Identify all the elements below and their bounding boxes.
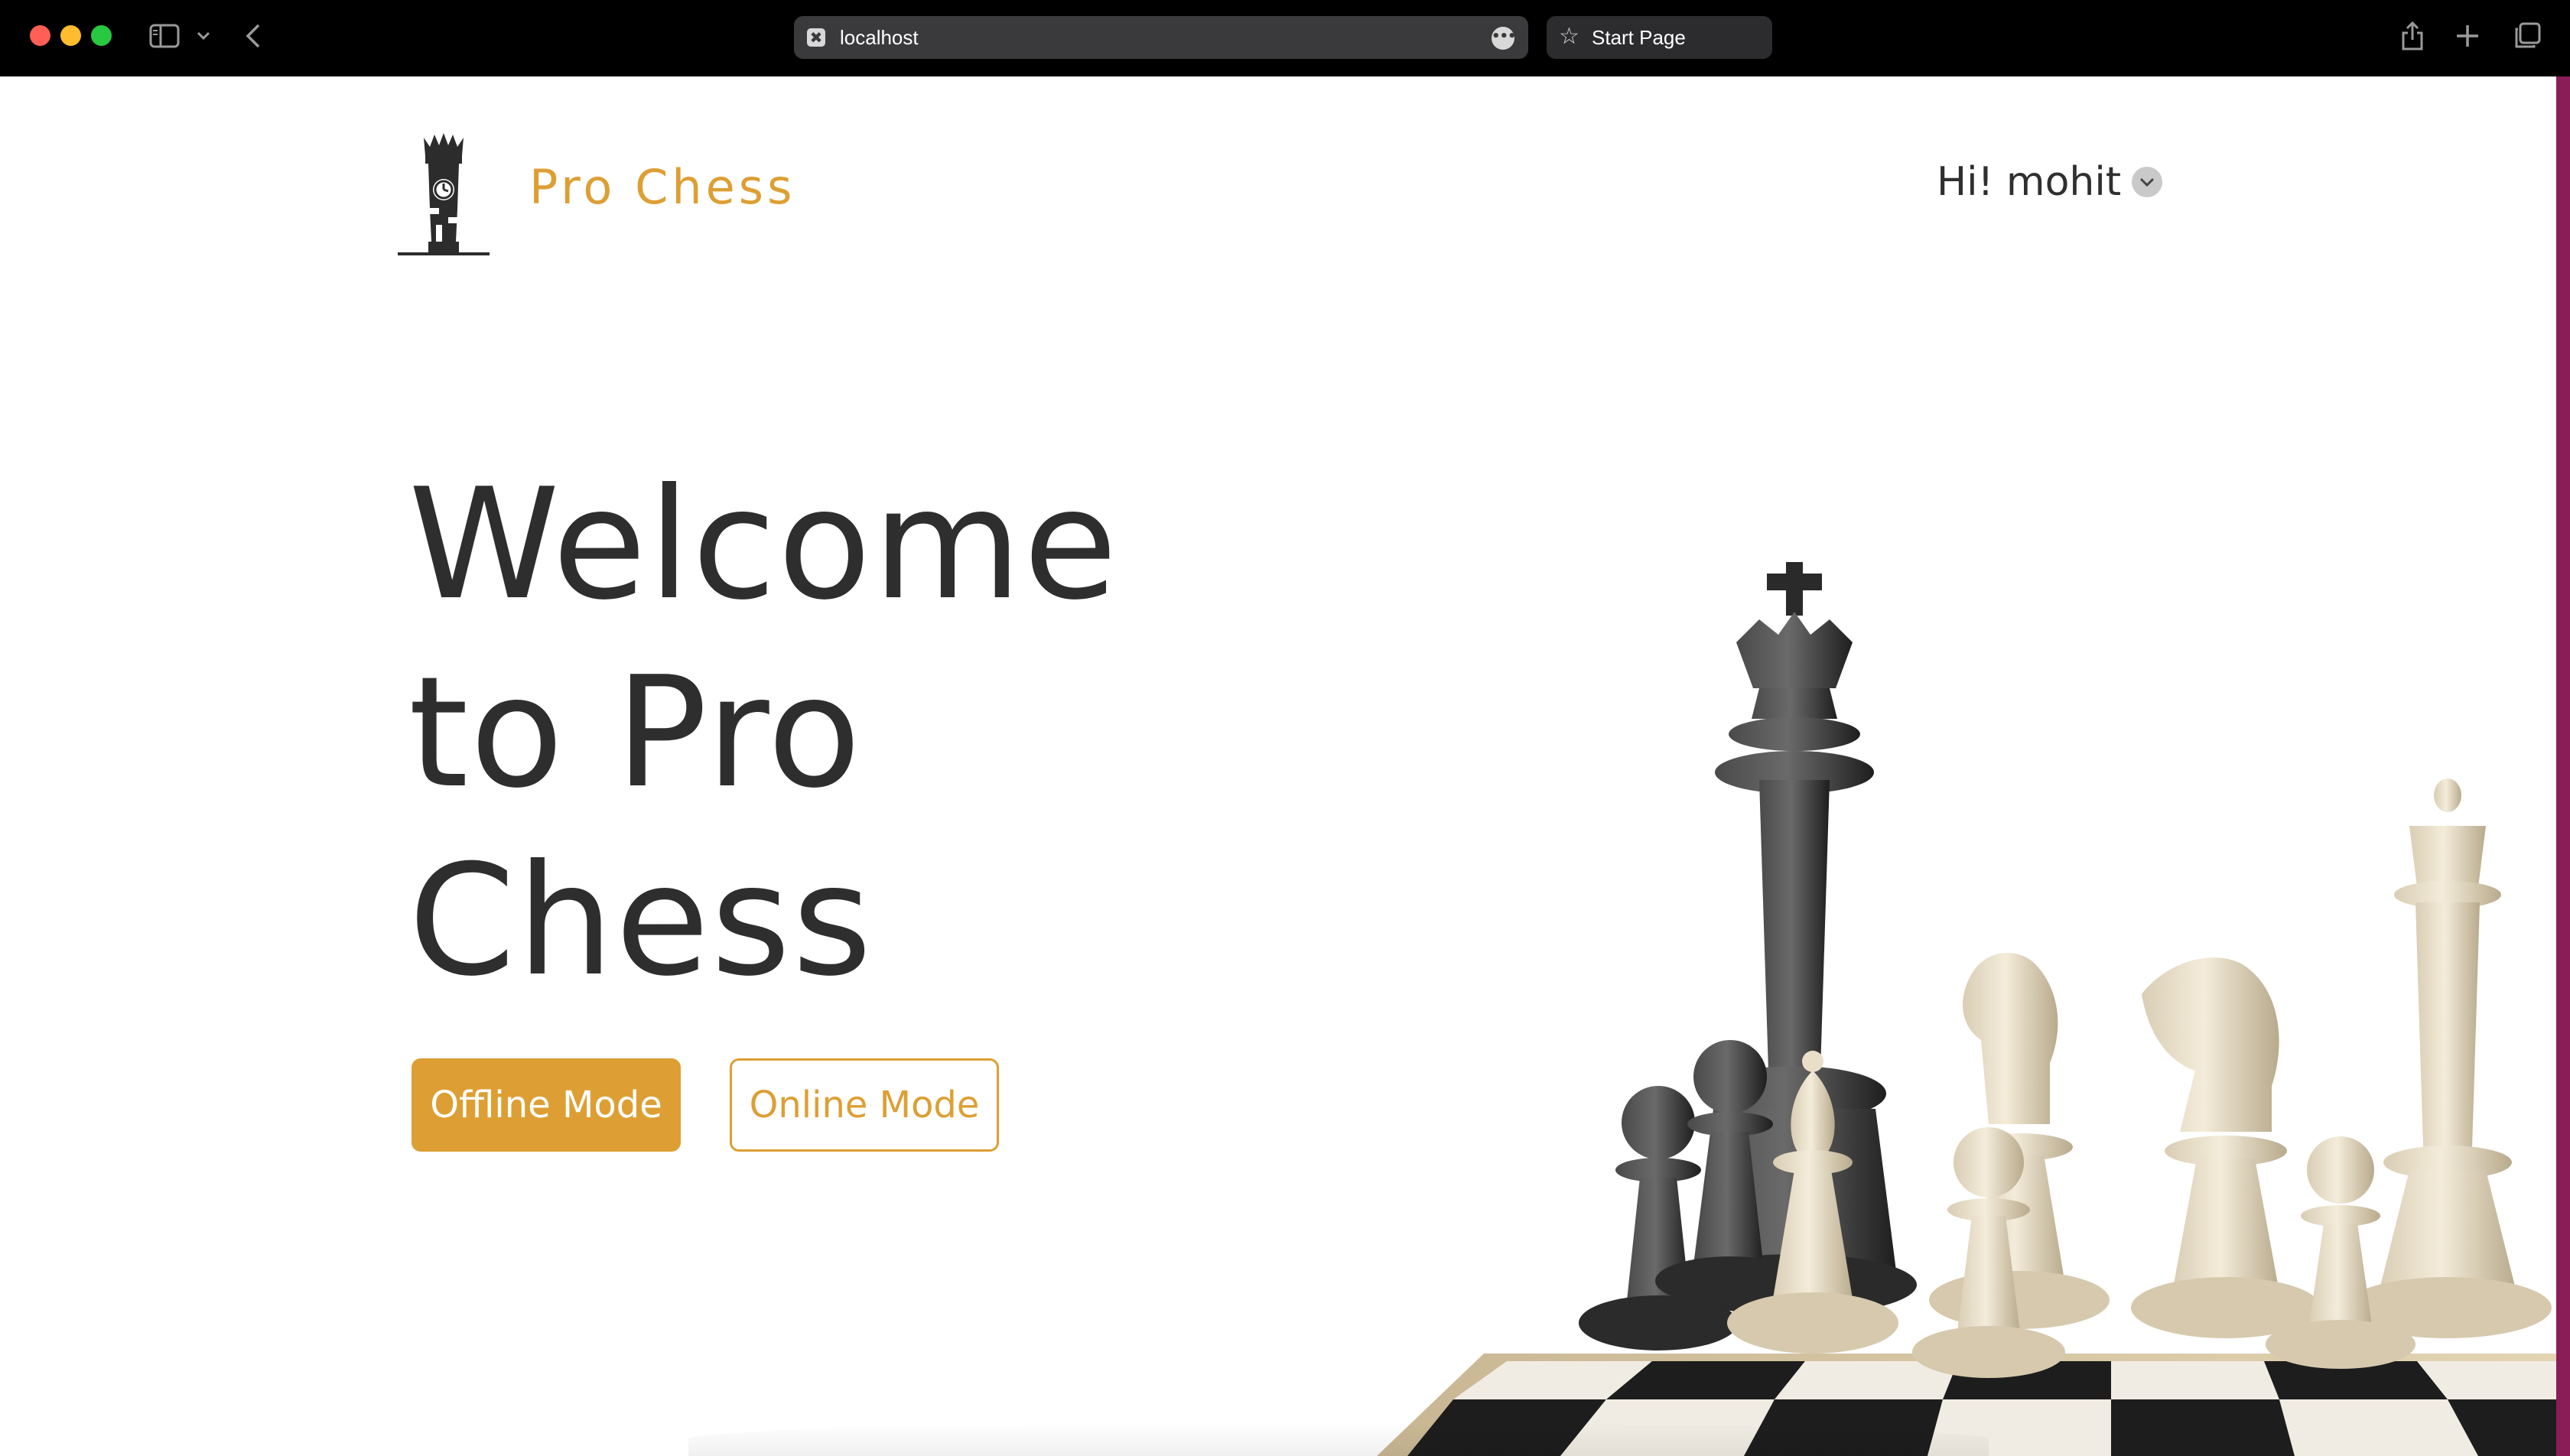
chess-rook-clock-icon[interactable] bbox=[398, 133, 490, 263]
hero-title-line: Chess bbox=[408, 832, 873, 1010]
online-mode-button[interactable]: Online Mode bbox=[730, 1058, 999, 1152]
browser-toolbar: ✖ localhost ••• ☆ Start Page bbox=[0, 0, 2570, 76]
chess-pieces-illustration bbox=[1377, 562, 2556, 1456]
star-icon: ☆ bbox=[1559, 23, 1579, 50]
url-text[interactable]: localhost bbox=[840, 16, 919, 59]
page-content: Pro Chess Hi! mohit Welcome to Pro Chess O… bbox=[0, 76, 2556, 1456]
hero-title-line: to Pro bbox=[408, 644, 863, 822]
sidebar-toggle-icon[interactable] bbox=[147, 20, 182, 52]
address-bar[interactable]: ✖ localhost ••• bbox=[794, 16, 1528, 59]
hero-title-line: Welcome bbox=[408, 456, 1119, 634]
more-options-icon[interactable]: ••• bbox=[1492, 27, 1517, 50]
chevron-down-icon[interactable] bbox=[194, 20, 213, 52]
scrollbar[interactable] bbox=[2556, 76, 2570, 1456]
window-minimize-button[interactable] bbox=[60, 25, 81, 46]
share-icon[interactable] bbox=[2397, 20, 2428, 52]
brand-name[interactable]: Pro Chess bbox=[529, 159, 795, 215]
site-favicon-icon: ✖ bbox=[807, 28, 825, 47]
tab-overview-icon[interactable] bbox=[2512, 20, 2542, 52]
tab-label: Start Page bbox=[1592, 26, 1686, 49]
window-close-button[interactable] bbox=[30, 25, 50, 46]
user-menu[interactable]: Hi! mohit bbox=[1937, 159, 2163, 205]
new-tab-plus-icon[interactable] bbox=[2454, 20, 2481, 52]
back-arrow-icon[interactable] bbox=[242, 20, 265, 52]
tab-start-page[interactable]: ☆ Start Page bbox=[1547, 16, 1772, 59]
hero-title: Welcome to Pro Chess bbox=[408, 451, 1326, 1016]
offline-mode-button[interactable]: Offline Mode bbox=[412, 1058, 681, 1152]
chevron-down-icon[interactable] bbox=[2132, 167, 2163, 197]
page-shadow bbox=[688, 1422, 1989, 1456]
user-greeting: Hi! mohit bbox=[1937, 159, 2122, 205]
window-zoom-button[interactable] bbox=[91, 25, 112, 46]
